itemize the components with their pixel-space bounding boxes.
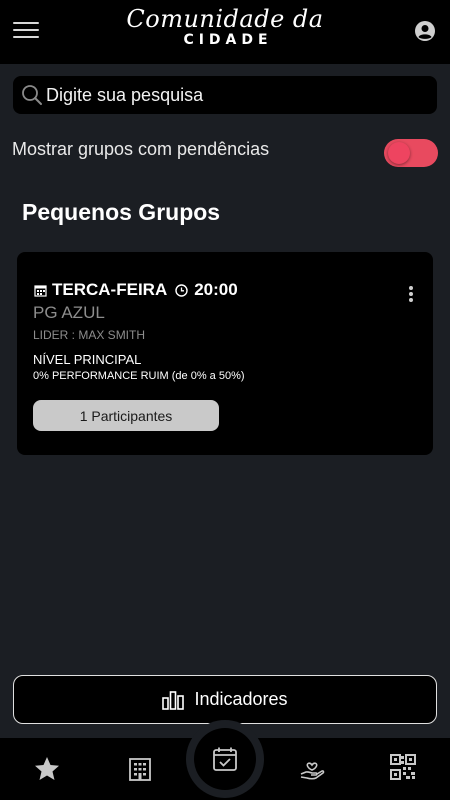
performance-value: 0% PERFORMANCE RUIM — [33, 370, 169, 382]
star-icon[interactable] — [32, 754, 62, 784]
calendar-check-icon[interactable] — [194, 728, 256, 790]
logo-script-text: Comunidade da — [126, 5, 324, 33]
indicators-button[interactable]: Indicadores — [13, 675, 437, 724]
pending-groups-toggle[interactable] — [384, 139, 438, 167]
toggle-knob — [388, 142, 410, 164]
logo-caps-text: CIDADE — [183, 32, 273, 48]
group-level: NÍVEL PRINCIPAL — [33, 352, 142, 367]
group-leader: LIDER : MAX SMITH — [33, 328, 146, 342]
qr-code-icon[interactable] — [390, 754, 420, 784]
meeting-day: TERCA-FEIRA — [52, 280, 168, 299]
top-app-bar: Comunidade da CIDADE — [0, 0, 450, 64]
center-nav-holder — [186, 720, 264, 798]
account-circle-icon[interactable] — [414, 20, 436, 42]
search-icon — [21, 84, 43, 106]
building-icon[interactable] — [125, 754, 155, 784]
meeting-time: 20:00 — [194, 280, 238, 299]
section-title: Pequenos Grupos — [22, 199, 221, 225]
hand-heart-icon[interactable] — [297, 754, 327, 784]
search-placeholder: Digite sua pesquisa — [46, 85, 204, 105]
group-card[interactable]: TERCA-FEIRA 20:00 PG AZUL LIDER : MAX SM… — [17, 252, 433, 455]
bar-chart-icon — [162, 690, 185, 710]
meeting-schedule: TERCA-FEIRA 20:00 — [34, 280, 238, 300]
participants-button[interactable]: 1 Participantes — [33, 400, 219, 431]
group-performance: 0% PERFORMANCE RUIM (de 0% a 50%) — [33, 370, 245, 382]
search-input[interactable]: Digite sua pesquisa — [13, 76, 437, 114]
more-options-icon[interactable] — [409, 286, 413, 302]
calendar-icon — [34, 284, 47, 297]
app-logo: Comunidade da CIDADE — [0, 6, 450, 48]
indicators-label: Indicadores — [194, 689, 288, 709]
performance-range: (de 0% a 50%) — [171, 370, 245, 382]
clock-icon — [175, 283, 188, 297]
group-name: PG AZUL — [33, 303, 105, 322]
pending-groups-label: Mostrar grupos com pendências — [12, 139, 270, 159]
